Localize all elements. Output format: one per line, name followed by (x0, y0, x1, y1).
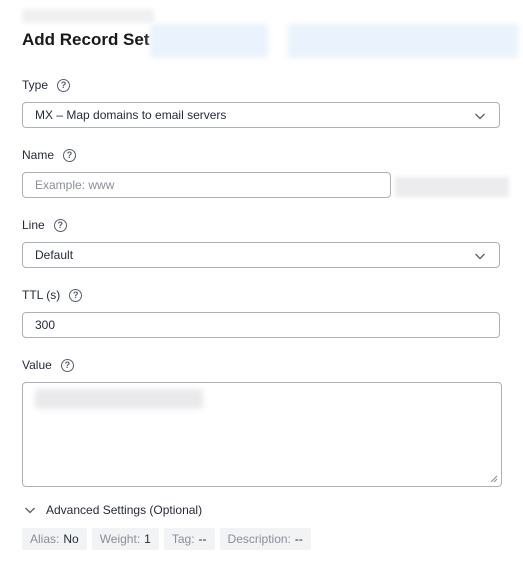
advanced-settings-summary: Alias: No Weight: 1 Tag: -- Description:… (22, 528, 311, 550)
blurred-value-text (35, 389, 203, 409)
description-tag: Description: -- (219, 528, 311, 550)
advanced-settings-toggle[interactable]: Advanced Settings (Optional) (24, 503, 202, 517)
help-icon[interactable]: ? (60, 358, 74, 372)
line-select-value: Default (35, 248, 74, 262)
type-label-row: Type ? (22, 77, 71, 93)
tag-value: No (63, 532, 79, 546)
tag-key: Description: (227, 532, 291, 546)
type-select[interactable]: MX – Map domains to email servers (22, 102, 500, 128)
ttl-input[interactable]: 300 (22, 312, 500, 338)
name-input-placeholder: Example: www (35, 178, 115, 192)
ttl-input-value: 300 (35, 318, 56, 332)
help-icon[interactable]: ? (57, 78, 71, 92)
alias-tag: Alias: No (22, 528, 87, 550)
dialog-header: Add Record Set (22, 28, 150, 52)
line-label-row: Line ? (22, 217, 67, 233)
tag-key: Alias: (30, 532, 60, 546)
type-select-value: MX – Map domains to email servers (35, 108, 227, 122)
blurred-banner (288, 24, 518, 58)
advanced-settings-label: Advanced Settings (Optional) (46, 503, 203, 517)
blurred-breadcrumb (22, 9, 154, 23)
blurred-banner (150, 24, 268, 58)
weight-tag: Weight: 1 (91, 528, 159, 550)
ttl-label-row: TTL (s) ? (22, 287, 83, 303)
chevron-down-icon (475, 253, 485, 260)
help-icon[interactable]: ? (69, 288, 83, 302)
value-textarea[interactable] (22, 382, 502, 487)
resize-handle-icon[interactable] (489, 474, 498, 483)
name-label-row: Name ? (22, 147, 77, 163)
line-label: Line (22, 218, 45, 232)
value-label: Value (22, 358, 52, 372)
name-input[interactable]: Example: www (22, 172, 391, 198)
type-label: Type (22, 78, 49, 92)
tag-key: Tag: (171, 532, 195, 546)
chevron-down-icon (25, 507, 35, 514)
name-label: Name (22, 148, 55, 162)
tag-key: Weight: (99, 532, 141, 546)
value-label-row: Value ? (22, 357, 74, 373)
tag-value: -- (198, 532, 207, 546)
line-select[interactable]: Default (22, 242, 500, 268)
chevron-down-icon (475, 113, 485, 120)
blurred-domain-suffix (395, 177, 509, 197)
tag-tag: Tag: -- (163, 528, 215, 550)
ttl-label: TTL (s) (22, 288, 61, 302)
tag-value: 1 (144, 532, 151, 546)
dialog-title: Add Record Set (22, 30, 150, 49)
help-icon[interactable]: ? (53, 218, 67, 232)
help-icon[interactable]: ? (63, 148, 77, 162)
tag-value: -- (294, 532, 303, 546)
